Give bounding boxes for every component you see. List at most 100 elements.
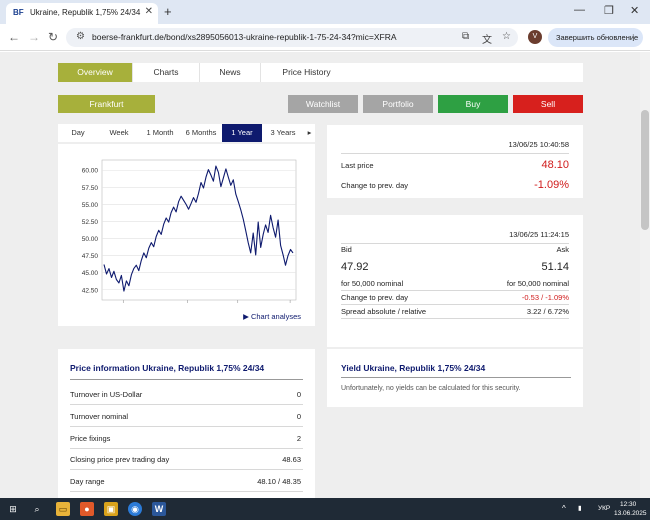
tab-price-history[interactable]: Price History xyxy=(261,63,352,82)
section-tabs: Overview Charts News Price History xyxy=(58,63,583,82)
y-tick-label: 45.00 xyxy=(82,270,99,277)
range-1-year[interactable]: 1 Year xyxy=(222,124,262,142)
tab-title: Ukraine, Republik 1,75% 24/34 Bo xyxy=(30,8,142,17)
tray-chevron-icon[interactable]: ^ xyxy=(562,504,566,513)
chart-panel: 60.00 57.50 55.00 52.50 50.00 47.50 45.00 42.50… xyxy=(58,144,315,326)
clock-date[interactable]: 13.06.2025 xyxy=(614,510,647,517)
windows-start-icon[interactable]: ⊞ xyxy=(6,502,20,516)
profile-avatar[interactable]: V xyxy=(528,30,542,44)
photos-app-icon[interactable]: ▣ xyxy=(104,502,118,516)
price-fixings-value: 2 xyxy=(296,434,301,443)
portfolio-button[interactable]: Portfolio xyxy=(363,95,433,113)
chrome-icon[interactable]: ◉ xyxy=(128,502,142,516)
browser-tab-bar: BF Ukraine, Republik 1,75% 24/34 Bo ✕ + … xyxy=(0,0,650,24)
search-icon[interactable]: ⌕ xyxy=(30,502,44,516)
divider xyxy=(341,290,569,291)
closing-price-value: 48.63 xyxy=(282,455,301,464)
divider xyxy=(341,377,571,378)
network-icon[interactable]: ▮ xyxy=(578,504,582,512)
browser-tab[interactable]: BF Ukraine, Republik 1,75% 24/34 Bo ✕ xyxy=(6,3,158,24)
day-range-value: 48.10 / 48.35 xyxy=(257,477,301,486)
bid-ask-panel: 13/06/25 11:24:15 Bid Ask 47.92 51.14 fo… xyxy=(327,215,583,347)
input-language[interactable]: УКР xyxy=(598,505,610,512)
site-info-icon[interactable]: ⚙ xyxy=(76,31,85,42)
change-value: -1.09% xyxy=(534,179,569,191)
range-day[interactable]: Day xyxy=(58,124,98,142)
firefox-icon[interactable]: ● xyxy=(80,502,94,516)
y-tick-label: 57.50 xyxy=(82,185,99,192)
clock-time[interactable]: 12:30 xyxy=(620,501,636,508)
buy-button[interactable]: Buy xyxy=(438,95,508,113)
bid-label: Bid xyxy=(341,245,352,254)
day-range-label: Day range xyxy=(70,477,105,486)
range-next-icon[interactable]: ▸ xyxy=(304,124,315,142)
divider xyxy=(70,491,303,492)
price-fixings-label: Price fixings xyxy=(70,434,111,443)
minimize-icon[interactable]: — xyxy=(574,4,585,16)
restore-icon[interactable]: ❐ xyxy=(604,4,614,17)
bid-nominal: for 50,000 nominal xyxy=(341,279,404,288)
scrollbar-thumb[interactable] xyxy=(641,110,649,230)
y-tick-label: 52.50 xyxy=(82,219,99,226)
y-tick-label: 50.00 xyxy=(82,236,99,243)
bid-change-label: Change to prev. day xyxy=(341,293,408,302)
ask-label: Ask xyxy=(556,245,569,254)
file-explorer-icon[interactable]: ▭ xyxy=(56,502,70,516)
exchange-select-button[interactable]: Frankfurt xyxy=(58,95,155,113)
chart-analyses-link[interactable]: ▶ Chart analyses xyxy=(243,312,301,321)
sell-button[interactable]: Sell xyxy=(513,95,583,113)
forward-icon[interactable]: → xyxy=(28,30,40,44)
update-label: Завершить обновление xyxy=(556,33,639,42)
price-chart[interactable]: 60.00 57.50 55.00 52.50 50.00 47.50 45.00 42.50… xyxy=(58,144,315,304)
y-tick-label: 60.00 xyxy=(82,168,99,175)
yield-panel: Yield Ukraine, Republik 1,75% 24/34 Unfo… xyxy=(327,349,583,407)
word-icon[interactable]: W xyxy=(152,502,166,516)
page-scrollbar[interactable] xyxy=(640,52,650,498)
turnover-nominal-value: 0 xyxy=(296,412,301,421)
bid-value: 47.92 xyxy=(341,261,369,273)
close-tab-icon[interactable]: ✕ xyxy=(145,6,153,17)
site-favicon: BF xyxy=(13,8,24,17)
tab-charts[interactable]: Charts xyxy=(133,63,200,82)
range-week[interactable]: Week xyxy=(98,124,140,142)
last-price-panel: 13/06/25 10:40:58 Last price 48.10 Chang… xyxy=(327,125,583,198)
ask-nominal: for 50,000 nominal xyxy=(506,279,569,288)
update-button[interactable]: Завершить обновление ⋮ xyxy=(548,28,643,47)
divider xyxy=(70,469,303,470)
range-1-month[interactable]: 1 Month xyxy=(140,124,180,142)
browser-toolbar: ← → ↻ ⚙ boerse-frankfurt.de/bond/xs28950… xyxy=(0,24,650,51)
divider xyxy=(341,304,569,305)
close-window-icon[interactable]: ✕ xyxy=(630,4,639,17)
translate-icon[interactable]: 文 xyxy=(482,31,492,46)
tab-news[interactable]: News xyxy=(200,63,261,82)
divider xyxy=(341,243,569,244)
reload-icon[interactable]: ↻ xyxy=(48,30,58,44)
bid-ask-timestamp: 13/06/25 11:24:15 xyxy=(509,230,569,239)
turnover-usd-label: Turnover in US-Dollar xyxy=(70,390,143,399)
url-text: boerse-frankfurt.de/bond/xs2895056013-uk… xyxy=(92,32,397,42)
closing-price-label: Closing price prev trading day xyxy=(70,455,170,464)
quote-timestamp: 13/06/25 10:40:58 xyxy=(508,140,569,149)
back-icon[interactable]: ← xyxy=(8,30,20,44)
ask-value: 51.14 xyxy=(541,261,569,273)
range-6-months[interactable]: 6 Months xyxy=(180,124,222,142)
new-tab-icon[interactable]: + xyxy=(164,4,172,19)
y-tick-label: 42.50 xyxy=(82,287,99,294)
divider xyxy=(341,318,569,319)
address-bar[interactable]: ⚙ boerse-frankfurt.de/bond/xs2895056013-… xyxy=(66,28,518,47)
divider xyxy=(70,448,303,449)
spread-label: Spread absolute / relative xyxy=(341,307,427,316)
tab-overview[interactable]: Overview xyxy=(58,63,133,82)
page-content: Overview Charts News Price History Frank… xyxy=(0,52,650,498)
bookmark-star-icon[interactable]: ☆ xyxy=(502,31,511,42)
divider xyxy=(70,379,303,380)
spread-value: 3.22 / 6.72% xyxy=(526,307,569,316)
install-app-icon[interactable]: ⧉ xyxy=(462,31,469,42)
change-label: Change to prev. day xyxy=(341,181,408,190)
yield-title: Yield Ukraine, Republik 1,75% 24/34 xyxy=(341,363,486,373)
watchlist-button[interactable]: Watchlist xyxy=(288,95,358,113)
divider xyxy=(341,153,569,154)
range-3-years[interactable]: 3 Years xyxy=(262,124,304,142)
menu-dots-icon[interactable]: ⋮ xyxy=(630,28,638,47)
y-tick-label: 47.50 xyxy=(82,253,99,260)
